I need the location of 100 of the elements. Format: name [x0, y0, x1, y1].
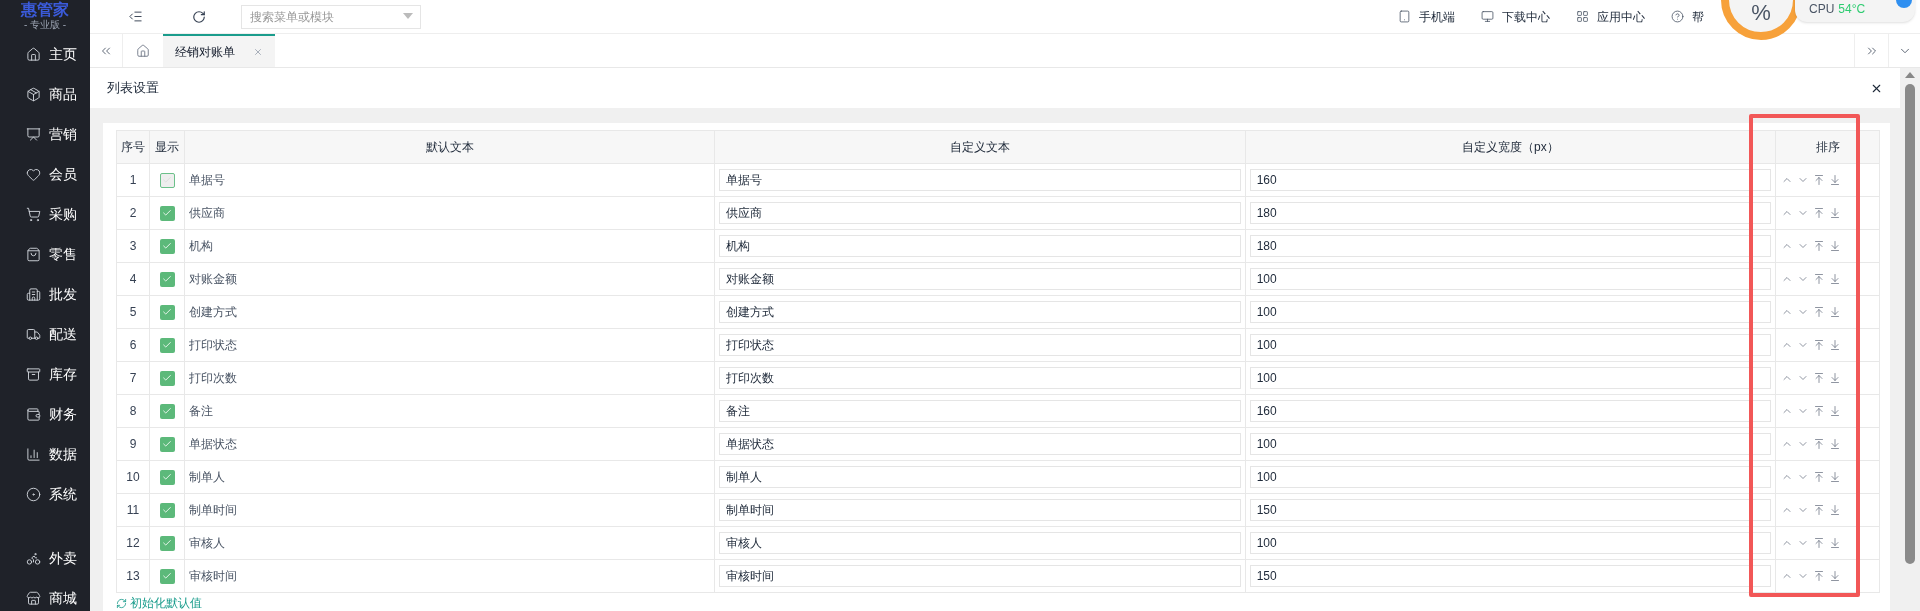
- move-top-icon[interactable]: [1813, 537, 1825, 549]
- width-input[interactable]: 100: [1249, 433, 1771, 455]
- default-text-cell: 打印状态: [189, 338, 237, 352]
- sidebar-item[interactable]: 财务: [0, 394, 90, 434]
- gauge-text: %: [1751, 2, 1771, 24]
- sidebar-item[interactable]: 商品: [0, 74, 90, 114]
- move-top-icon[interactable]: [1813, 339, 1825, 351]
- custom-text-input[interactable]: 备注: [719, 400, 1241, 422]
- width-input[interactable]: 100: [1249, 268, 1771, 290]
- sidebar-item[interactable]: 商城: [0, 578, 90, 611]
- show-checkbox[interactable]: [159, 403, 175, 419]
- row-number: 4: [129, 272, 137, 286]
- width-input[interactable]: 150: [1249, 565, 1771, 587]
- custom-text-input[interactable]: 审核人: [719, 532, 1241, 554]
- refresh-icon[interactable]: [192, 9, 206, 24]
- width-input[interactable]: 160: [1249, 400, 1771, 422]
- show-checkbox[interactable]: [159, 502, 175, 518]
- row-number: 1: [129, 173, 137, 187]
- move-bottom-icon[interactable]: [1829, 306, 1841, 318]
- move-bottom-icon[interactable]: [1829, 240, 1841, 252]
- row-number: 7: [129, 371, 137, 385]
- move-bottom-icon[interactable]: [1829, 372, 1841, 384]
- sidebar-item[interactable]: 系统: [0, 474, 90, 514]
- move-bottom-icon[interactable]: [1829, 207, 1841, 219]
- sidebar-item[interactable]: 外卖: [0, 538, 90, 578]
- show-checkbox[interactable]: [159, 205, 175, 221]
- custom-text-input[interactable]: 供应商: [719, 202, 1241, 224]
- cpu-temperature: 54°C: [1838, 1, 1866, 18]
- move-bottom-icon[interactable]: [1829, 471, 1841, 483]
- show-checkbox[interactable]: [159, 535, 175, 551]
- show-checkbox[interactable]: [159, 469, 175, 485]
- move-bottom-icon[interactable]: [1829, 537, 1841, 549]
- move-top-icon[interactable]: [1813, 240, 1825, 252]
- width-input[interactable]: 100: [1249, 466, 1771, 488]
- bag-icon: [26, 246, 41, 262]
- custom-text-input[interactable]: 打印状态: [719, 334, 1241, 356]
- move-bottom-icon[interactable]: [1829, 273, 1841, 285]
- show-checkbox[interactable]: [159, 337, 175, 353]
- help-icon: [1671, 10, 1684, 23]
- reset-defaults-link[interactable]: 初始化默认值: [116, 594, 202, 611]
- sidebar-item[interactable]: 主页: [0, 34, 90, 74]
- width-input[interactable]: 150: [1249, 499, 1771, 521]
- move-bottom-icon[interactable]: [1829, 570, 1841, 582]
- show-checkbox[interactable]: [159, 271, 175, 287]
- menu-icon[interactable]: [128, 9, 143, 24]
- sidebar-item[interactable]: 零售: [0, 234, 90, 274]
- row-number: 10: [126, 470, 140, 484]
- width-input[interactable]: 100: [1249, 367, 1771, 389]
- column-header: 序号: [121, 140, 145, 154]
- move-top-icon[interactable]: [1813, 471, 1825, 483]
- custom-text-input[interactable]: 机构: [719, 235, 1241, 257]
- tab[interactable]: 经销对账单: [163, 34, 275, 67]
- width-input[interactable]: 180: [1249, 202, 1771, 224]
- header-link[interactable]: 应用中心: [1576, 7, 1645, 26]
- move-bottom-icon[interactable]: [1829, 174, 1841, 186]
- header-link[interactable]: 帮: [1671, 7, 1704, 26]
- move-top-icon[interactable]: [1813, 273, 1825, 285]
- scrollbar[interactable]: [1900, 68, 1920, 611]
- show-checkbox[interactable]: [159, 304, 175, 320]
- move-top-icon[interactable]: [1813, 372, 1825, 384]
- sidebar-item[interactable]: 库存: [0, 354, 90, 394]
- scroll-up-icon[interactable]: [1905, 72, 1915, 78]
- sidebar-item[interactable]: 营销: [0, 114, 90, 154]
- custom-text-input[interactable]: 创建方式: [719, 301, 1241, 323]
- sidebar-item[interactable]: 配送: [0, 314, 90, 354]
- move-bottom-icon[interactable]: [1829, 405, 1841, 417]
- custom-text-input[interactable]: 制单时间: [719, 499, 1241, 521]
- move-bottom-icon[interactable]: [1829, 339, 1841, 351]
- logo-text: 惠管家: [21, 1, 69, 19]
- sidebar-item[interactable]: 数据: [0, 434, 90, 474]
- move-top-icon[interactable]: [1813, 306, 1825, 318]
- move-bottom-icon[interactable]: [1829, 438, 1841, 450]
- search-field[interactable]: 搜索菜单或模块: [241, 5, 421, 29]
- sidebar-item[interactable]: 采购: [0, 194, 90, 234]
- move-top-icon[interactable]: [1813, 405, 1825, 417]
- width-input[interactable]: 100: [1249, 334, 1771, 356]
- show-checkbox[interactable]: [159, 238, 175, 254]
- sidebar-item[interactable]: 会员: [0, 154, 90, 194]
- sidebar-item[interactable]: 批发: [0, 274, 90, 314]
- header-link[interactable]: 手机端: [1398, 7, 1455, 26]
- archive-icon: [26, 366, 41, 382]
- custom-text-input[interactable]: 打印次数: [719, 367, 1241, 389]
- move-top-icon[interactable]: [1813, 504, 1825, 516]
- custom-text-input[interactable]: 对账金额: [719, 268, 1241, 290]
- width-input[interactable]: 180: [1249, 235, 1771, 257]
- show-checkbox[interactable]: [159, 370, 175, 386]
- width-input[interactable]: 100: [1249, 301, 1771, 323]
- move-top-icon[interactable]: [1813, 174, 1825, 186]
- move-top-icon[interactable]: [1813, 570, 1825, 582]
- custom-text-input[interactable]: 单据状态: [719, 433, 1241, 455]
- move-top-icon[interactable]: [1813, 438, 1825, 450]
- custom-text-input[interactable]: 制单人: [719, 466, 1241, 488]
- header-link[interactable]: 下载中心: [1481, 7, 1550, 26]
- custom-text-input[interactable]: 审核时间: [719, 565, 1241, 587]
- move-top-icon[interactable]: [1813, 207, 1825, 219]
- home-icon: [26, 46, 41, 62]
- width-input[interactable]: 100: [1249, 532, 1771, 554]
- show-checkbox[interactable]: [159, 568, 175, 584]
- show-checkbox[interactable]: [159, 436, 175, 452]
- move-bottom-icon[interactable]: [1829, 504, 1841, 516]
